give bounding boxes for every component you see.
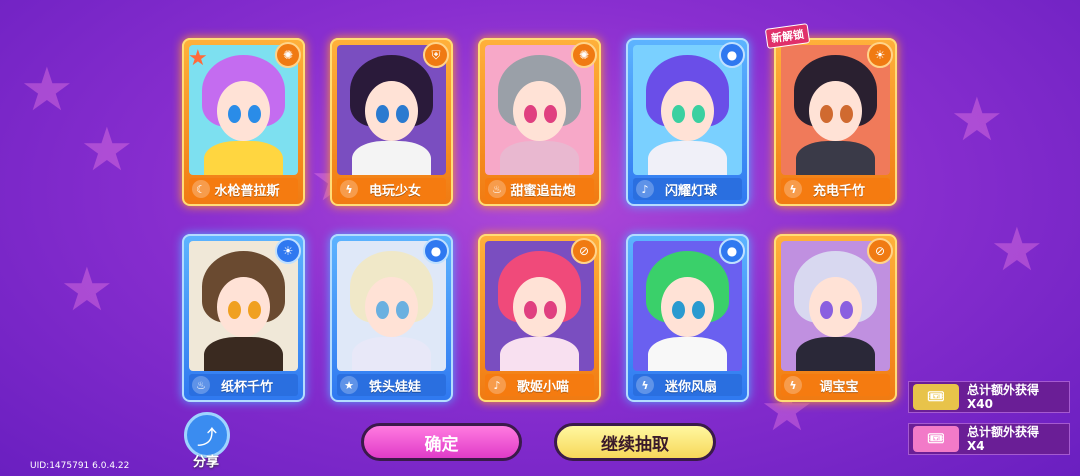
card-name: 歌姬小喵 (516, 379, 569, 395)
bomb-icon: ● (719, 42, 745, 68)
bonus-count: X40 (967, 397, 993, 411)
confirm-button[interactable]: 确定 (361, 423, 522, 461)
lightning-icon: ϟ (784, 376, 802, 394)
card-name: 充电千竹 (812, 183, 865, 199)
reward-card[interactable]: ● ♪ 闪耀灯球 (626, 38, 749, 206)
card-name-bar: ϟ 调宝宝 (781, 374, 890, 396)
card-name: 水枪普拉斯 (214, 183, 280, 199)
card-name: 电玩少女 (368, 183, 421, 199)
card-name-bar: ϟ 充电千竹 (781, 178, 890, 200)
reward-card[interactable]: ● ★ 铁头娃娃 (330, 234, 453, 402)
card-name-bar: ★ 铁头娃娃 (337, 374, 446, 396)
reward-card[interactable]: ✺ ♨ 甜蜜追击炮 (478, 38, 601, 206)
shield-icon: ⛨ (423, 42, 449, 68)
bonus-label: 总计额外获得 (967, 383, 1040, 397)
card-name-bar: ϟ 迷你风扇 (633, 374, 742, 396)
reward-card[interactable]: ⛨ ϟ 电玩少女 (330, 38, 453, 206)
bomb-icon: ● (719, 238, 745, 264)
card-name: 调宝宝 (819, 379, 859, 395)
reward-card[interactable]: ☀ ϟ 充电千竹 新解锁 (764, 23, 897, 206)
lightning-icon: ϟ (784, 180, 802, 198)
card-name-bar: ☾ 水枪普拉斯 (189, 178, 298, 200)
bonus-counter-gold: 🎟 总计额外获得 X40 (908, 381, 1070, 413)
reward-card[interactable]: ⊘ ϟ 调宝宝 (774, 234, 897, 402)
lightning-icon: ϟ (636, 376, 654, 394)
star-icon: ★ (188, 46, 208, 71)
fire-icon: ✺ (275, 42, 301, 68)
fire-icon: ✺ (571, 42, 597, 68)
card-name-bar: ♨ 纸杯千竹 (189, 374, 298, 396)
bonus-label: 总计额外获得 (967, 425, 1040, 439)
reward-card[interactable]: ⊘ ♪ 歌姬小喵 (478, 234, 601, 402)
card-name-bar: ♨ 甜蜜追击炮 (485, 178, 594, 200)
lightning-icon: ϟ (340, 180, 358, 198)
sun-icon: ☀ (275, 238, 301, 264)
card-name: 纸杯千竹 (220, 379, 273, 395)
continue-draw-button[interactable]: 继续抽取 (554, 423, 716, 461)
card-name-bar: ♪ 歌姬小喵 (485, 374, 594, 396)
card-name: 铁头娃娃 (368, 379, 421, 395)
star-icon: ★ (340, 376, 358, 394)
banned-icon: ⊘ (571, 238, 597, 264)
music-note-icon: ♪ (636, 180, 654, 198)
music-note-icon: ♪ (488, 376, 506, 394)
reward-card-grid: ★ ✺ ☾ 水枪普拉斯 ⛨ ϟ 电玩少女 ✺ ♨ 甜蜜追击炮 ● ♪ 闪耀灯球 ☀ ϟ 充电千竹 新解锁 ☀ ♨ 纸杯… (182, 23, 902, 404)
ticket-icon: 🎟 (913, 426, 959, 452)
sun-icon: ☀ (867, 42, 893, 68)
card-name-bar: ♪ 闪耀灯球 (633, 178, 742, 200)
uid-version-text: UID:1475791 6.0.4.22 (30, 461, 130, 471)
card-name: 甜蜜追击炮 (510, 183, 576, 199)
reward-card[interactable]: ★ ✺ ☾ 水枪普拉斯 (182, 38, 305, 206)
share-label: 分享 (193, 455, 220, 470)
card-name: 迷你风扇 (664, 379, 717, 395)
card-name: 闪耀灯球 (664, 183, 717, 199)
muffin-icon: ♨ (488, 180, 506, 198)
bomb-icon: ● (423, 238, 449, 264)
muffin-icon: ♨ (192, 376, 210, 394)
bonus-count: X4 (967, 439, 985, 453)
ticket-icon: 🎟 (913, 384, 959, 410)
reward-card[interactable]: ☀ ♨ 纸杯千竹 (182, 234, 305, 402)
banned-icon: ⊘ (867, 238, 893, 264)
reward-card[interactable]: ● ϟ 迷你风扇 (626, 234, 749, 402)
moon-icon: ☾ (192, 180, 210, 198)
share-icon: ⤴ (197, 424, 217, 449)
bonus-counter-pink: 🎟 总计额外获得 X4 (908, 423, 1070, 455)
card-name-bar: ϟ 电玩少女 (337, 178, 446, 200)
